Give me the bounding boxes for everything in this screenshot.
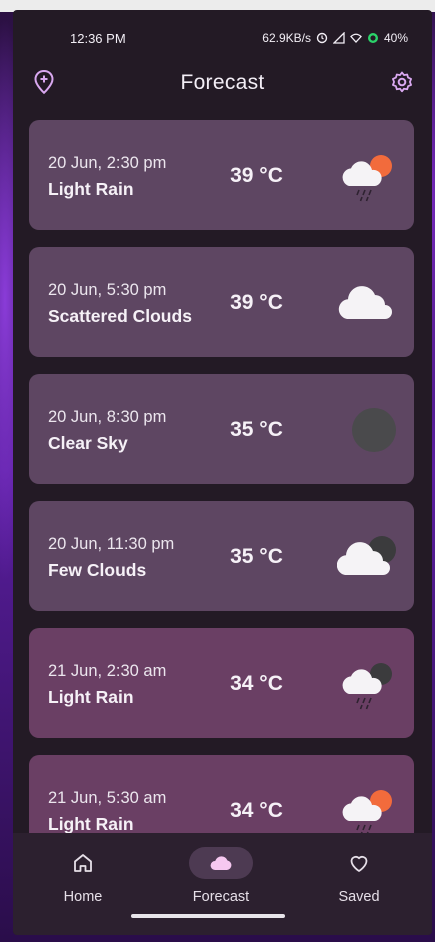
heart-icon — [350, 855, 368, 872]
nav-forecast[interactable]: Forecast — [171, 847, 271, 917]
gear-icon[interactable] — [390, 70, 414, 94]
moon-icon — [352, 408, 396, 452]
forecast-card[interactable]: 21 Jun, 5:30 am Light Rain 34 °C — [29, 755, 414, 833]
forecast-date: 21 Jun, 5:30 am — [48, 789, 167, 807]
nav-forecast-label: Forecast — [192, 889, 250, 905]
nav-home-label: Home — [63, 889, 103, 905]
nav-saved-label: Saved — [338, 889, 380, 905]
forecast-date: 20 Jun, 8:30 pm — [48, 408, 167, 426]
wifi-icon — [350, 33, 362, 43]
page-title: Forecast — [180, 71, 265, 94]
cloud-icon — [338, 286, 392, 319]
app-bar: Forecast — [13, 66, 432, 106]
forecast-temperature: 35 °C — [230, 418, 283, 441]
cloud-moon-icon — [337, 536, 396, 575]
rain-sun-icon — [342, 155, 392, 202]
forecast-description: Few Clouds — [48, 560, 147, 580]
status-right: 62.9KB/s 40% — [262, 31, 408, 45]
cloud-icon — [210, 856, 232, 870]
forecast-card[interactable]: 20 Jun, 11:30 pm Few Clouds 35 °C — [29, 501, 414, 611]
bottom-nav: Home Forecast Saved — [13, 833, 432, 935]
forecast-description: Light Rain — [48, 687, 134, 707]
status-bar: 12:36 PM 62.9KB/s 40% — [13, 28, 432, 50]
signal-icon — [332, 32, 345, 44]
forecast-description: Scattered Clouds — [48, 306, 192, 326]
rain-moon-icon — [342, 663, 392, 710]
forecast-description: Light Rain — [48, 179, 134, 199]
alarm-icon — [316, 32, 328, 44]
forecast-card[interactable]: 20 Jun, 5:30 pm Scattered Clouds 39 °C — [29, 247, 414, 357]
forecast-description: Light Rain — [48, 814, 134, 833]
forecast-temperature: 34 °C — [230, 672, 283, 695]
forecast-temperature: 34 °C — [230, 799, 283, 822]
forecast-list[interactable]: 20 Jun, 2:30 pm Light Rain 39 °C 20 Jun,… — [29, 120, 414, 833]
rain-sun-icon — [342, 790, 392, 833]
forecast-temperature: 35 °C — [230, 545, 283, 568]
nav-home[interactable]: Home — [33, 847, 133, 917]
gesture-bar[interactable] — [131, 914, 285, 918]
battery-level: 40% — [383, 31, 408, 45]
forecast-date: 21 Jun, 2:30 am — [48, 662, 167, 680]
forecast-card[interactable]: 21 Jun, 2:30 am Light Rain 34 °C — [29, 628, 414, 738]
status-time: 12:36 PM — [70, 31, 126, 46]
nav-saved[interactable]: Saved — [309, 847, 409, 917]
forecast-temperature: 39 °C — [230, 164, 283, 187]
forecast-date: 20 Jun, 2:30 pm — [48, 154, 167, 172]
network-speed: 62.9KB/s — [262, 31, 311, 45]
forecast-card[interactable]: 20 Jun, 2:30 pm Light Rain 39 °C — [29, 120, 414, 230]
forecast-date: 20 Jun, 11:30 pm — [48, 535, 175, 553]
forecast-date: 20 Jun, 5:30 pm — [48, 281, 167, 299]
forecast-description: Clear Sky — [48, 433, 128, 453]
battery-saver-icon — [367, 33, 378, 43]
app-window: 12:36 PM 62.9KB/s 40% Forecast 20 Jun, 2… — [13, 10, 432, 935]
home-icon — [74, 854, 92, 872]
forecast-temperature: 39 °C — [230, 291, 283, 314]
forecast-card[interactable]: 20 Jun, 8:30 pm Clear Sky 35 °C — [29, 374, 414, 484]
